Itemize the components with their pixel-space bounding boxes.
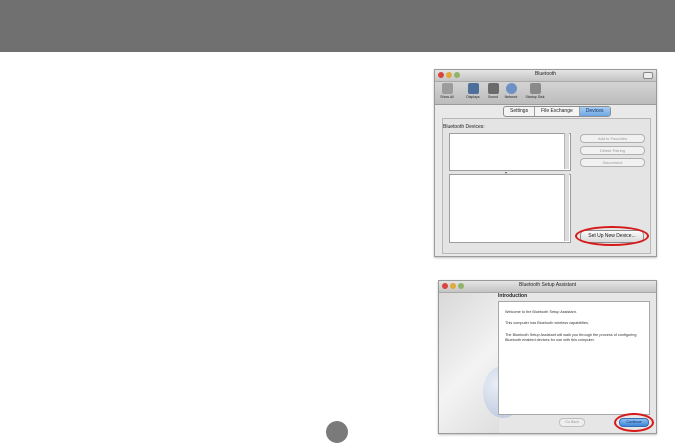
highlight-ring [575, 226, 649, 246]
toolbar-show-all[interactable]: Show All [437, 83, 457, 99]
toolbar: Show All Displays Sound Network Startup … [435, 82, 656, 105]
content-panel: Welcome to the Bluetooth Setup Assistant… [498, 301, 650, 415]
titlebar: Bluetooth [435, 70, 656, 82]
devices-list-scrollbar[interactable] [564, 133, 569, 169]
go-back-button[interactable]: Go Back [559, 418, 585, 427]
device-services-list[interactable] [449, 174, 571, 243]
toolbar-toggle-icon[interactable] [643, 72, 653, 79]
services-list-scrollbar[interactable] [564, 174, 569, 241]
header-bar [0, 0, 675, 52]
tab-bar: Settings File Exchange Devices [503, 106, 611, 117]
toolbar-startup-disk[interactable]: Startup Disk [523, 83, 547, 99]
paragraph: The Bluetooth Setup Assistant will walk … [505, 333, 637, 342]
section-title: Introduction [498, 293, 528, 299]
tab-file-exchange[interactable]: File Exchange [535, 107, 580, 116]
paragraph: This computer has Bluetooth wireless cap… [505, 321, 589, 325]
delete-pairing-button[interactable]: Delete Pairing [580, 146, 645, 155]
displays-icon [467, 83, 479, 94]
bluetooth-setup-assistant-window: Bluetooth Setup Assistant ᛒ Introduction… [438, 280, 657, 434]
sound-icon [487, 83, 499, 94]
startup-disk-icon [529, 83, 541, 94]
disconnect-button[interactable]: Disconnect [580, 158, 645, 167]
toolbar-sound[interactable]: Sound [483, 83, 503, 99]
tab-devices[interactable]: Devices [579, 107, 610, 116]
toolbar-network[interactable]: Network [501, 83, 521, 99]
bluetooth-preferences-window: Bluetooth Show All Displays Sound Networ… [434, 69, 657, 257]
add-to-favorites-button[interactable]: Add to Favorites [580, 134, 645, 143]
window-title: Bluetooth [534, 71, 557, 77]
titlebar: Bluetooth Setup Assistant [439, 281, 656, 293]
tab-settings[interactable]: Settings [504, 107, 536, 116]
page-indicator-dot [326, 421, 348, 443]
devices-list[interactable] [449, 133, 571, 171]
show-all-icon [441, 83, 453, 94]
paragraph: Welcome to the Bluetooth Setup Assistant… [505, 310, 577, 314]
devices-label: Bluetooth Devices: [443, 124, 485, 130]
highlight-ring [614, 413, 654, 432]
window-title: Bluetooth Setup Assistant [519, 282, 576, 288]
toolbar-displays[interactable]: Displays [463, 83, 483, 99]
network-icon [505, 83, 517, 94]
